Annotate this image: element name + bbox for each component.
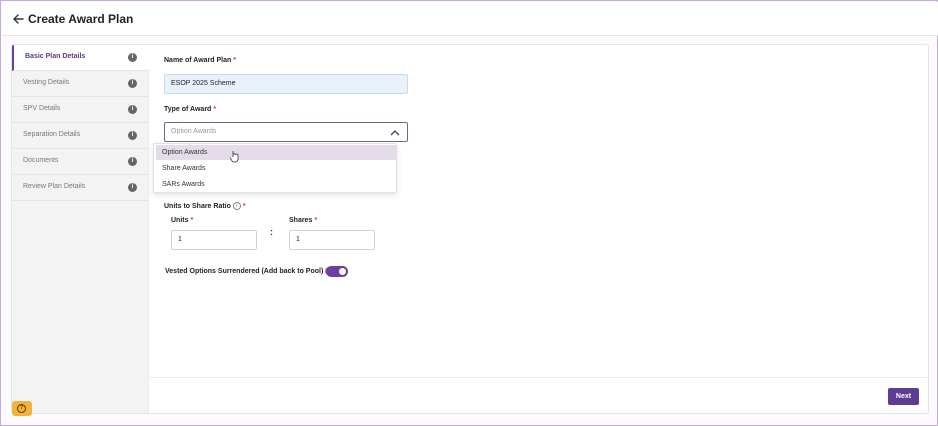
type-of-award-label: Type of Award * bbox=[164, 106, 217, 113]
required-mark: * bbox=[314, 217, 318, 224]
sidebar-item-label: Vesting Details bbox=[23, 79, 70, 86]
sidebar-item-basic-plan-details[interactable]: Basic Plan Details i bbox=[12, 45, 149, 71]
required-mark: * bbox=[233, 57, 237, 64]
option-share-awards[interactable]: Share Awards bbox=[156, 161, 396, 176]
sidebar-item-label: SPV Details bbox=[23, 105, 61, 112]
form-content: Name of Award Plan * ESOP 2025 Scheme Typ… bbox=[149, 45, 928, 377]
help-button[interactable]: ? bbox=[12, 401, 32, 416]
sidebar-item-review-plan-details[interactable]: Review Plan Details i bbox=[12, 175, 149, 201]
units-input[interactable]: 1 bbox=[171, 230, 257, 250]
ratio-colon: : bbox=[270, 227, 273, 237]
award-type-placeholder: Option Awards bbox=[171, 128, 217, 135]
info-icon: i bbox=[128, 131, 137, 140]
info-icon: i bbox=[128, 79, 137, 88]
sidebar-item-label: Basic Plan Details bbox=[25, 53, 86, 60]
sidebar-item-separation-details[interactable]: Separation Details i bbox=[12, 123, 149, 149]
units-to-share-ratio-label: Units to Share Ratio i * bbox=[164, 202, 246, 210]
required-mark: * bbox=[190, 217, 194, 224]
sidebar-item-label: Separation Details bbox=[23, 131, 81, 138]
sidebar-item-label: Documents bbox=[23, 157, 59, 164]
sidebar-item-vesting-details[interactable]: Vesting Details i bbox=[12, 71, 149, 97]
info-icon: i bbox=[128, 53, 137, 62]
chevron-up-icon bbox=[390, 130, 400, 136]
required-mark: * bbox=[242, 202, 246, 210]
form-footer: Next bbox=[149, 377, 928, 413]
option-option-awards[interactable]: Option Awards bbox=[156, 145, 396, 163]
vested-options-surrendered-label: Vested Options Surrendered (Add back to … bbox=[165, 267, 334, 275]
top-bar: Create Award Plan bbox=[2, 2, 938, 36]
app-window: Create Award Plan Basic Plan Details i V… bbox=[0, 0, 938, 426]
option-sars-awards[interactable]: SARs Awards bbox=[156, 177, 396, 192]
info-icon: i bbox=[128, 105, 137, 114]
next-button[interactable]: Next bbox=[888, 388, 919, 405]
award-plan-name-input[interactable]: ESOP 2025 Scheme bbox=[164, 74, 408, 94]
vested-options-surrendered-toggle[interactable] bbox=[326, 266, 348, 277]
award-type-select[interactable]: Option Awards bbox=[164, 122, 408, 142]
units-label: Units * bbox=[171, 217, 194, 224]
toggle-knob bbox=[339, 268, 346, 275]
page-title: Create Award Plan bbox=[28, 12, 134, 26]
help-circle-icon[interactable]: i bbox=[232, 202, 241, 210]
info-icon: i bbox=[128, 183, 137, 192]
name-of-award-plan-label: Name of Award Plan * bbox=[164, 57, 237, 64]
info-icon: i bbox=[128, 157, 137, 166]
required-mark: * bbox=[213, 106, 217, 113]
step-sidebar: Basic Plan Details i Vesting Details i S… bbox=[12, 45, 149, 413]
sidebar-item-label: Review Plan Details bbox=[23, 183, 86, 190]
sidebar-item-documents[interactable]: Documents i bbox=[12, 149, 149, 175]
shares-input[interactable]: 1 bbox=[289, 230, 375, 250]
form-card: Basic Plan Details i Vesting Details i S… bbox=[11, 44, 929, 414]
sidebar-item-spv-details[interactable]: SPV Details i bbox=[12, 97, 149, 123]
back-arrow-icon[interactable] bbox=[12, 12, 24, 26]
question-icon: ? bbox=[17, 404, 26, 413]
award-type-dropdown-menu: Option Awards Share Awards SARs Awards bbox=[153, 143, 397, 193]
shares-label: Shares * bbox=[289, 217, 318, 224]
